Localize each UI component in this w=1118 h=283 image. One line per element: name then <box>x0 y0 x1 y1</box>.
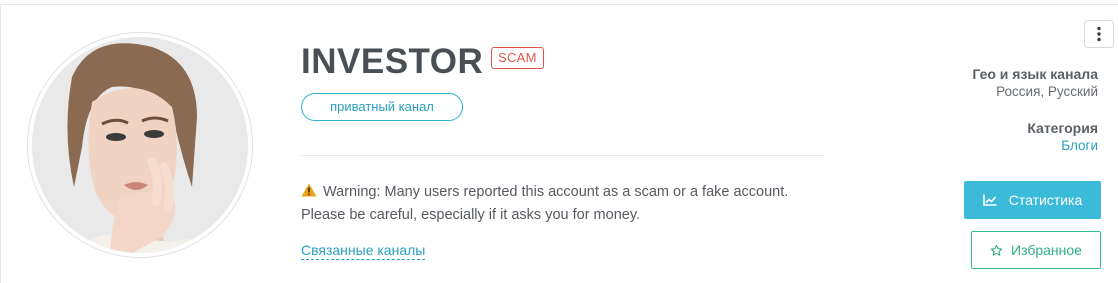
channel-type-pill[interactable]: приватный канал <box>301 93 463 121</box>
statistics-label: Статистика <box>1008 192 1083 208</box>
scam-badge: SCAM <box>491 47 544 69</box>
category-section: Категория Блоги <box>1027 119 1098 155</box>
star-outline-icon <box>990 244 1003 256</box>
related-channels-link[interactable]: Связанные каналы <box>301 241 426 260</box>
statistics-button[interactable]: Статистика <box>964 181 1101 219</box>
category-link[interactable]: Блоги <box>1027 137 1098 155</box>
divider <box>301 155 825 156</box>
more-menu-button[interactable] <box>1084 20 1114 48</box>
warning-line-2: Please be careful, especially if it asks… <box>301 207 641 223</box>
warning-line-1: Warning: Many users reported this accoun… <box>323 184 789 200</box>
avatar-image <box>32 37 248 253</box>
favorite-button[interactable]: Избранное <box>971 231 1101 269</box>
geo-value: Россия, Русский <box>996 84 1098 99</box>
geo-section: Гео и язык канала Россия, Русский <box>972 65 1098 101</box>
scam-warning: Warning: Many users reported this accoun… <box>301 181 841 227</box>
avatar <box>32 37 248 253</box>
channel-title: INVESTOR <box>301 42 484 81</box>
kebab-menu-icon <box>1097 26 1101 42</box>
channel-card: INVESTOR SCAM приватный канал Warning: M… <box>0 4 1118 283</box>
avatar-frame <box>27 32 253 258</box>
warning-icon <box>301 182 317 197</box>
category-label: Категория <box>1027 120 1098 136</box>
geo-label: Гео и язык канала <box>972 66 1098 82</box>
favorite-label: Избранное <box>1011 242 1082 258</box>
chart-line-icon <box>982 194 997 206</box>
